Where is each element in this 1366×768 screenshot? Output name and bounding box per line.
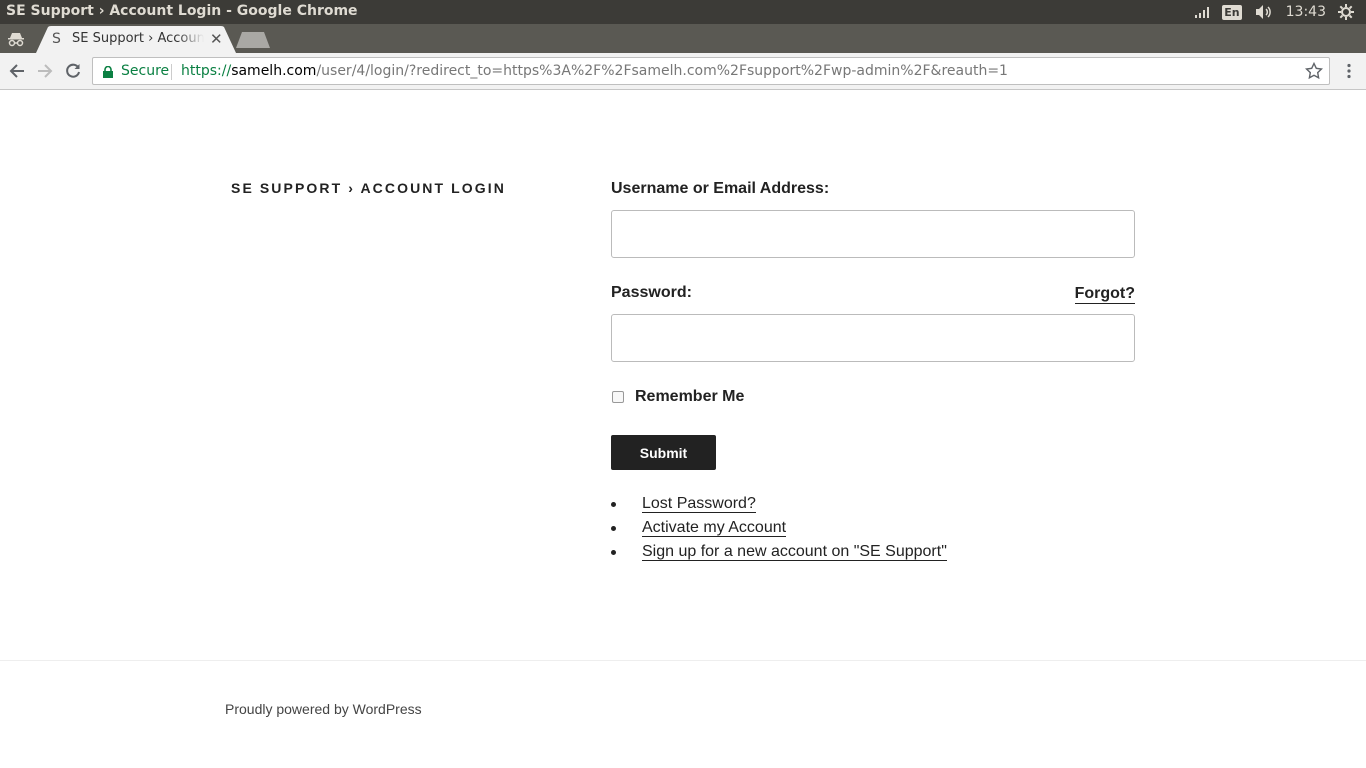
tab-close-icon[interactable]: ✕ [210, 30, 223, 48]
incognito-icon [7, 30, 25, 48]
secure-label[interactable]: Secure [121, 63, 169, 79]
username-label: Username or Email Address: [611, 180, 830, 197]
lock-icon[interactable] [103, 65, 113, 78]
activate-account-link[interactable]: Activate my Account [642, 519, 787, 537]
list-item: Lost Password? [611, 495, 947, 519]
bullet [611, 502, 616, 507]
tab-title: SE Support › Account Login [72, 31, 204, 46]
keyboard-layout-indicator[interactable]: En [1222, 4, 1242, 20]
window-title: SE Support › Account Login - Google Chro… [6, 3, 358, 19]
url-text[interactable]: https://samelh.com/user/4/login/?redirec… [181, 63, 1008, 79]
account-links: Lost Password? Activate my Account Sign … [611, 495, 947, 567]
powered-by-link[interactable]: Proudly powered by WordPress [225, 701, 422, 717]
bookmark-star-icon[interactable] [1304, 61, 1324, 80]
submit-button[interactable]: Submit [611, 435, 716, 470]
address-bar[interactable]: Secure https://samelh.com/user/4/login/?… [92, 57, 1330, 85]
tab-favicon: S [52, 31, 61, 47]
system-tray: En 13:43 [1194, 0, 1366, 24]
password-input[interactable] [611, 314, 1135, 362]
lost-password-link[interactable]: Lost Password? [642, 495, 756, 513]
url-host: samelh.com [231, 63, 317, 79]
new-tab-button[interactable] [236, 32, 270, 53]
url-scheme: https:// [181, 63, 232, 79]
bullet [611, 550, 616, 555]
list-item: Activate my Account [611, 519, 947, 543]
remember-me-checkbox[interactable] [612, 391, 624, 403]
clock[interactable]: 13:43 [1286, 4, 1326, 20]
network-icon[interactable] [1194, 5, 1210, 19]
remember-me-row[interactable]: Remember Me [611, 388, 744, 406]
tab-active[interactable]: S SE Support › Account Login ✕ [36, 26, 236, 53]
tab-strip: S SE Support › Account Login ✕ [0, 24, 1366, 53]
url-path: /user/4/login/?redirect_to=https%3A%2F%2… [316, 63, 1008, 79]
volume-icon[interactable] [1254, 4, 1274, 20]
footer-divider [0, 660, 1366, 661]
signup-link[interactable]: Sign up for a new account on "SE Support… [642, 543, 947, 561]
site-title[interactable]: SE SUPPORT › ACCOUNT LOGIN [231, 180, 506, 196]
bullet [611, 526, 616, 531]
forgot-password-link[interactable]: Forgot? [1074, 284, 1135, 304]
settings-gear-icon[interactable] [1338, 4, 1354, 20]
window-titlebar: SE Support › Account Login - Google Chro… [0, 0, 1366, 24]
forward-arrow-icon[interactable] [36, 62, 54, 80]
menu-kebab-icon[interactable] [1340, 62, 1358, 80]
reload-icon[interactable] [64, 62, 82, 80]
page-content: SE SUPPORT › ACCOUNT LOGIN Username or E… [0, 90, 1366, 768]
password-label: Password: [611, 284, 692, 301]
remember-me-label[interactable]: Remember Me [635, 388, 744, 406]
browser-toolbar: Secure https://samelh.com/user/4/login/?… [0, 53, 1366, 90]
username-input[interactable] [611, 210, 1135, 258]
list-item: Sign up for a new account on "SE Support… [611, 543, 947, 567]
address-separator [171, 64, 172, 80]
back-arrow-icon[interactable] [8, 62, 26, 80]
